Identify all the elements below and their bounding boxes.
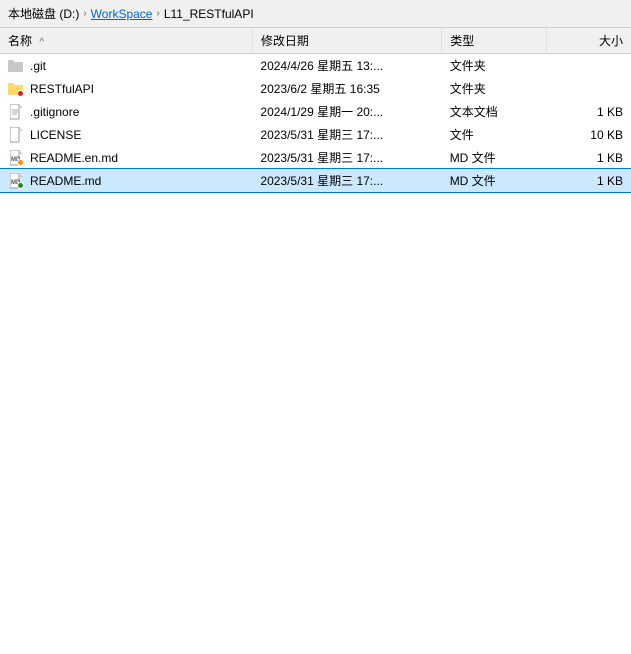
file-list-area: 名称 ^ 修改日期 类型 大小 .git 2024/4/26 星期五 13:...… (0, 28, 631, 632)
file-type: 文件 (442, 123, 547, 146)
col-header-type[interactable]: 类型 (442, 28, 547, 54)
table-row[interactable]: .git 2024/4/26 星期五 13:...文件夹 (0, 54, 631, 78)
file-type: 文本文档 (442, 100, 547, 123)
md-green-icon: MD (8, 173, 24, 189)
file-type: 文件夹 (442, 77, 547, 100)
breadcrumb-label-l11: L11_RESTfulAPI (164, 7, 254, 21)
breadcrumb-item-1[interactable]: WorkSpace (91, 7, 153, 21)
breadcrumb-sep-0: › (83, 8, 86, 19)
folder-badge-icon (17, 90, 24, 97)
col-header-date[interactable]: 修改日期 (252, 28, 441, 54)
file-name-text: RESTfulAPI (30, 82, 94, 96)
folder-special-icon (8, 81, 24, 97)
file-icon (8, 127, 24, 143)
file-type: 文件夹 (442, 54, 547, 78)
file-name-text: README.md (30, 174, 101, 188)
md-badge-orange-icon (17, 159, 24, 166)
file-size: 1 KB (547, 146, 631, 169)
breadcrumb-item-2: L11_RESTfulAPI (164, 7, 254, 21)
table-row[interactable]: RESTfulAPI 2023/6/2 星期五 16:35文件夹 (0, 77, 631, 100)
file-name-text: README.en.md (30, 151, 118, 165)
file-type: MD 文件 (442, 146, 547, 169)
file-name-text: .git (30, 59, 46, 73)
file-date: 2023/5/31 星期三 17:... (252, 123, 441, 146)
breadcrumb-label-disk[interactable]: 本地磁盘 (D:) (8, 5, 79, 22)
breadcrumb-bar: 本地磁盘 (D:) › WorkSpace › L11_RESTfulAPI (0, 0, 631, 28)
file-table: 名称 ^ 修改日期 类型 大小 .git 2024/4/26 星期五 13:...… (0, 28, 631, 192)
breadcrumb-sep-1: › (156, 8, 159, 19)
empty-area (0, 192, 631, 592)
file-date: 2023/6/2 星期五 16:35 (252, 77, 441, 100)
table-row[interactable]: MD README.md 2023/5/31 星期三 17:...MD 文件1 KB (0, 169, 631, 192)
sort-indicator: ^ (39, 37, 44, 48)
table-row[interactable]: LICENSE 2023/5/31 星期三 17:...文件10 KB (0, 123, 631, 146)
col-header-name[interactable]: 名称 ^ (0, 28, 252, 54)
table-row[interactable]: MD README.en.md 2023/5/31 星期三 17:...MD 文件1… (0, 146, 631, 169)
file-size: 10 KB (547, 123, 631, 146)
file-size: 1 KB (547, 169, 631, 192)
file-size (547, 77, 631, 100)
file-date: 2023/5/31 星期三 17:... (252, 169, 441, 192)
file-size: 1 KB (547, 100, 631, 123)
file-name-text: .gitignore (30, 105, 79, 119)
breadcrumb-item-0[interactable]: 本地磁盘 (D:) (8, 5, 79, 22)
file-name-text: LICENSE (30, 128, 81, 142)
md-badge-green-icon (17, 182, 24, 189)
file-date: 2023/5/31 星期三 17:... (252, 146, 441, 169)
table-header-row: 名称 ^ 修改日期 类型 大小 (0, 28, 631, 54)
breadcrumb-label-workspace[interactable]: WorkSpace (91, 7, 153, 21)
file-date: 2024/1/29 星期一 20:... (252, 100, 441, 123)
file-type: MD 文件 (442, 169, 547, 192)
file-date: 2024/4/26 星期五 13:... (252, 54, 441, 78)
folder-git-icon (8, 58, 24, 74)
col-header-size[interactable]: 大小 (547, 28, 631, 54)
md-orange-icon: MD (8, 150, 24, 166)
table-row[interactable]: .gitignore 2024/1/29 星期一 20:...文本文档1 KB (0, 100, 631, 123)
file-size (547, 54, 631, 78)
text-file-icon (8, 104, 24, 120)
